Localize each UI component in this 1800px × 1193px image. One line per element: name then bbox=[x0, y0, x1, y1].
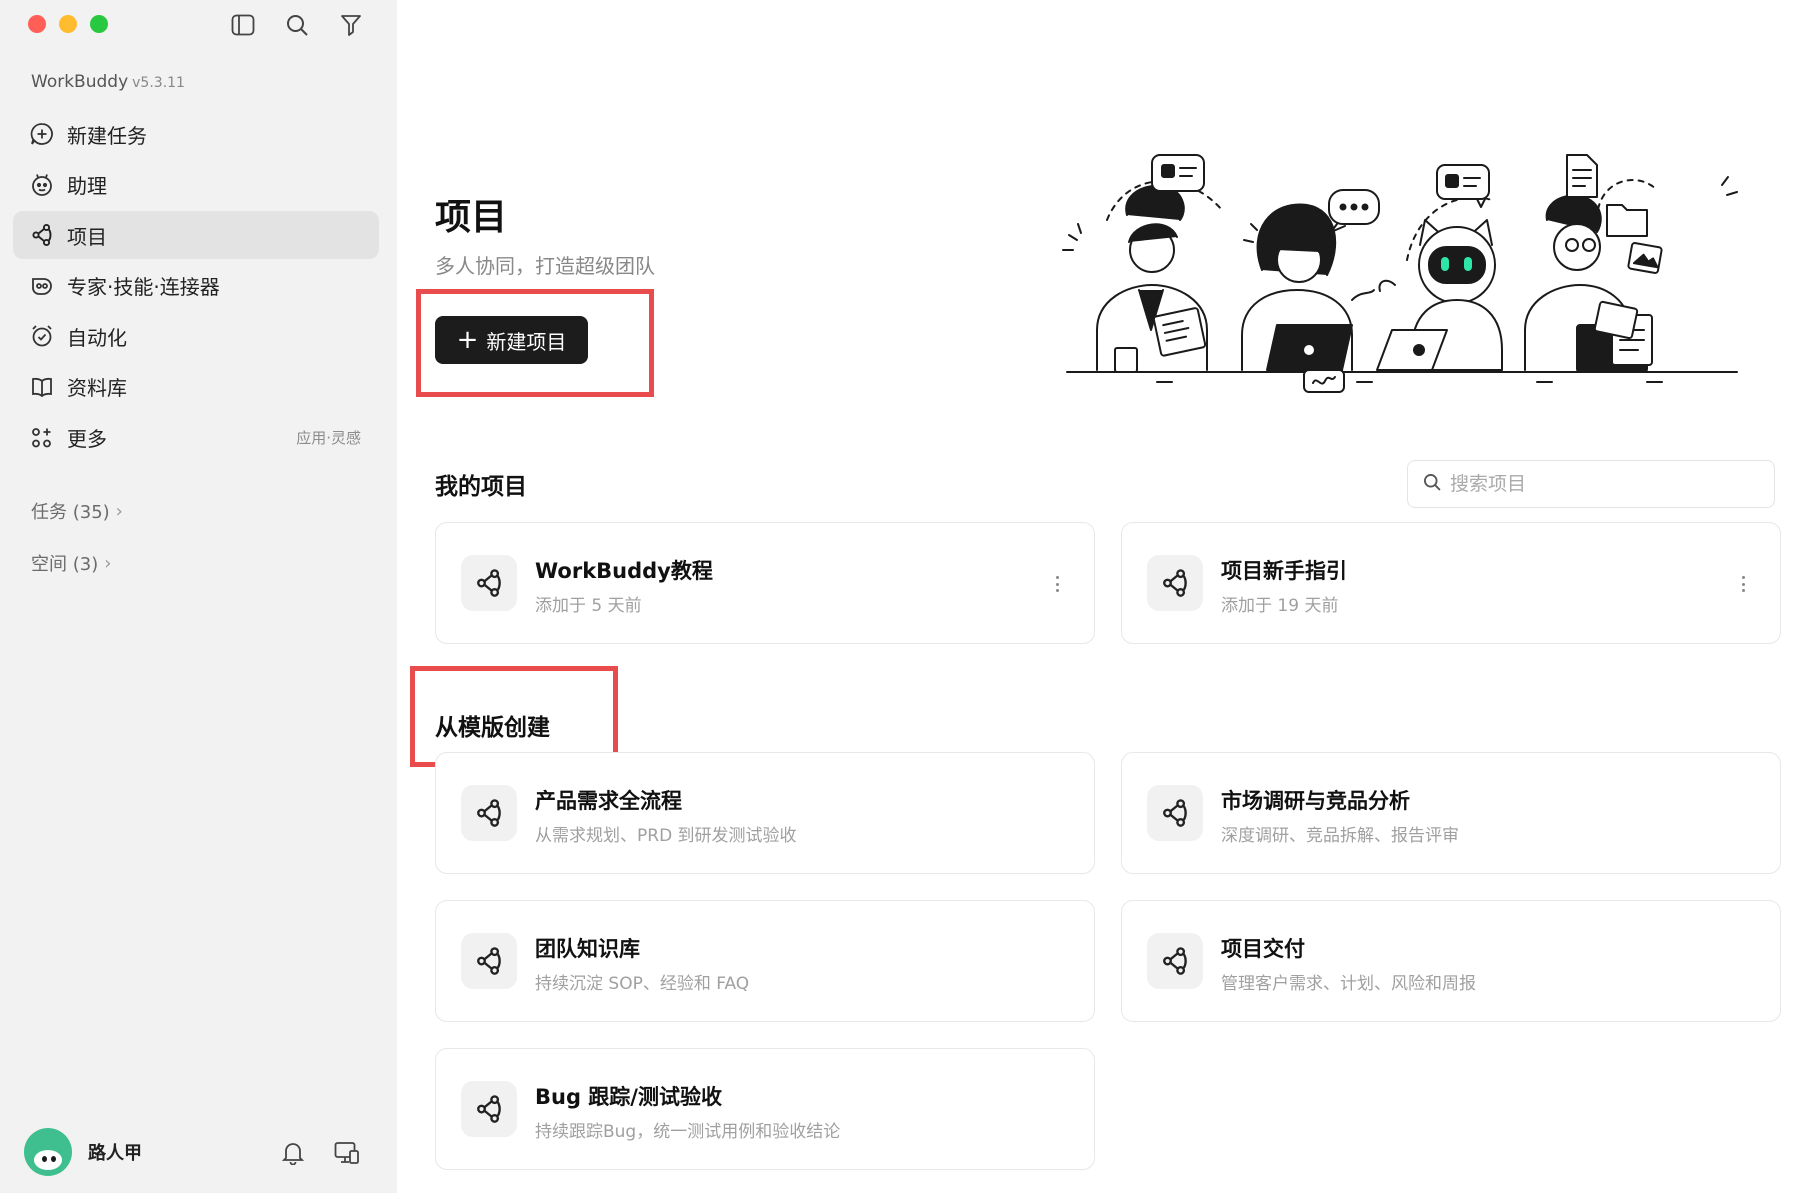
template-card[interactable]: 市场调研与竞品分析 深度调研、竞品拆解、报告评审 bbox=[1121, 752, 1781, 874]
sidebar-footer-tools bbox=[280, 1140, 360, 1166]
search-icon bbox=[1422, 472, 1442, 497]
nav-item-assistant[interactable]: 助理 bbox=[13, 161, 379, 209]
template-card[interactable]: 项目交付 管理客户需求、计划、风险和周报 bbox=[1121, 900, 1781, 1022]
sidebar-toolbar bbox=[230, 12, 364, 38]
tasks-section-link[interactable]: 任务 (35) › bbox=[31, 498, 123, 524]
library-book-icon bbox=[29, 374, 55, 400]
search-input[interactable] bbox=[1450, 473, 1750, 495]
nav-label: 更多 bbox=[67, 427, 107, 452]
spaces-section-link[interactable]: 空间 (3) › bbox=[31, 550, 111, 576]
project-added-time: 添加于 5 天前 bbox=[535, 596, 642, 616]
template-card[interactable]: 产品需求全流程 从需求规划、PRD 到研发测试验收 bbox=[435, 752, 1095, 874]
template-title: 团队知识库 bbox=[535, 937, 640, 961]
project-icon bbox=[1147, 555, 1203, 611]
expert-icon bbox=[29, 273, 55, 299]
nav-item-projects[interactable]: 项目 bbox=[13, 211, 379, 260]
assistant-icon bbox=[29, 172, 55, 198]
nav-label: 专家·技能·连接器 bbox=[67, 275, 220, 300]
filter-icon[interactable] bbox=[338, 12, 364, 38]
template-title: Bug 跟踪/测试验收 bbox=[535, 1085, 722, 1109]
project-icon bbox=[461, 933, 517, 989]
page-title: 项目 bbox=[435, 197, 508, 238]
project-icon bbox=[29, 222, 55, 248]
project-added-time: 添加于 19 天前 bbox=[1221, 596, 1339, 616]
chevron-right-icon: › bbox=[115, 500, 123, 522]
new-project-label: 新建项目 bbox=[486, 329, 567, 354]
minimize-window-button[interactable] bbox=[59, 15, 77, 33]
project-search-box[interactable] bbox=[1407, 460, 1775, 508]
nav-item-experts[interactable]: 专家·技能·连接器 bbox=[13, 262, 379, 310]
team-collaboration-illustration bbox=[1062, 154, 1738, 393]
template-title: 项目交付 bbox=[1221, 937, 1305, 961]
spaces-label: 空间 (3) bbox=[31, 554, 99, 575]
template-description: 从需求规划、PRD 到研发测试验收 bbox=[535, 826, 797, 846]
template-description: 持续沉淀 SOP、经验和 FAQ bbox=[535, 974, 750, 994]
sidebar-nav: 新建任务 助理 项目 专家·技能·连接器 自动化 资料库 更多 应用·灵感 bbox=[13, 110, 379, 464]
project-icon bbox=[1147, 785, 1203, 841]
window-controls bbox=[28, 15, 108, 33]
chevron-right-icon: › bbox=[104, 552, 112, 574]
nav-label: 项目 bbox=[67, 224, 107, 249]
app-window: WorkBuddy v5.3.11 新建任务 助理 项目 专家·技能·连接器 自… bbox=[0, 0, 1800, 1193]
app-brand: WorkBuddy v5.3.11 bbox=[31, 72, 185, 92]
nav-item-more[interactable]: 更多 应用·灵感 bbox=[13, 414, 379, 462]
project-icon bbox=[461, 1081, 517, 1137]
main-content: 项目 多人协同，打造超级团队 + 新建项目 我的项目 搜索项目 WorkBudd… bbox=[397, 0, 1800, 1193]
new-project-button[interactable]: + 新建项目 bbox=[435, 316, 588, 364]
template-title: 市场调研与竞品分析 bbox=[1221, 789, 1410, 813]
templates-title: 从模版创建 bbox=[435, 715, 550, 741]
nav-label: 新建任务 bbox=[67, 123, 147, 148]
avatar bbox=[24, 1128, 72, 1176]
app-version: v5.3.11 bbox=[132, 75, 185, 91]
more-vertical-icon[interactable] bbox=[1052, 571, 1062, 597]
template-card[interactable]: 团队知识库 持续沉淀 SOP、经验和 FAQ bbox=[435, 900, 1095, 1022]
more-apps-icon bbox=[29, 425, 55, 451]
project-icon bbox=[461, 555, 517, 611]
template-card[interactable]: Bug 跟踪/测试验收 持续跟踪Bug，统一测试用例和验收结论 bbox=[435, 1048, 1095, 1170]
project-icon bbox=[1147, 933, 1203, 989]
my-projects-title: 我的项目 bbox=[435, 474, 527, 500]
nav-item-automation[interactable]: 自动化 bbox=[13, 312, 379, 360]
nav-item-library[interactable]: 资料库 bbox=[13, 363, 379, 411]
tasks-label: 任务 (35) bbox=[31, 502, 110, 523]
nav-label: 自动化 bbox=[67, 325, 127, 350]
template-description: 持续跟踪Bug，统一测试用例和验收结论 bbox=[535, 1122, 841, 1142]
nav-more-extra: 应用·灵感 bbox=[296, 429, 361, 448]
nav-label: 助理 bbox=[67, 174, 107, 199]
plus-icon: + bbox=[456, 325, 479, 355]
more-vertical-icon[interactable] bbox=[1738, 571, 1748, 597]
nav-label: 资料库 bbox=[67, 376, 127, 401]
project-title: WorkBuddy教程 bbox=[535, 559, 713, 583]
sidebar: WorkBuddy v5.3.11 新建任务 助理 项目 专家·技能·连接器 自… bbox=[0, 0, 397, 1193]
user-name: 路人甲 bbox=[88, 1143, 142, 1164]
bell-icon[interactable] bbox=[280, 1140, 306, 1166]
page-subtitle: 多人协同，打造超级团队 bbox=[435, 254, 655, 278]
user-profile[interactable]: 路人甲 bbox=[24, 1128, 142, 1176]
project-title: 项目新手指引 bbox=[1221, 559, 1347, 583]
search-icon[interactable] bbox=[284, 12, 310, 38]
automation-icon bbox=[29, 323, 55, 349]
close-window-button[interactable] bbox=[28, 15, 46, 33]
template-title: 产品需求全流程 bbox=[535, 789, 682, 813]
plus-circle-icon bbox=[29, 121, 55, 147]
project-icon bbox=[461, 785, 517, 841]
nav-item-new-task[interactable]: 新建任务 bbox=[13, 110, 379, 158]
zoom-window-button[interactable] bbox=[90, 15, 108, 33]
project-card[interactable]: WorkBuddy教程 添加于 5 天前 bbox=[435, 522, 1095, 644]
brand-name: WorkBuddy bbox=[31, 72, 129, 92]
template-description: 深度调研、竞品拆解、报告评审 bbox=[1221, 826, 1459, 846]
project-card[interactable]: 项目新手指引 添加于 19 天前 bbox=[1121, 522, 1781, 644]
template-description: 管理客户需求、计划、风险和周报 bbox=[1221, 974, 1476, 994]
device-switch-icon[interactable] bbox=[334, 1140, 360, 1166]
toggle-sidebar-icon[interactable] bbox=[230, 12, 256, 38]
